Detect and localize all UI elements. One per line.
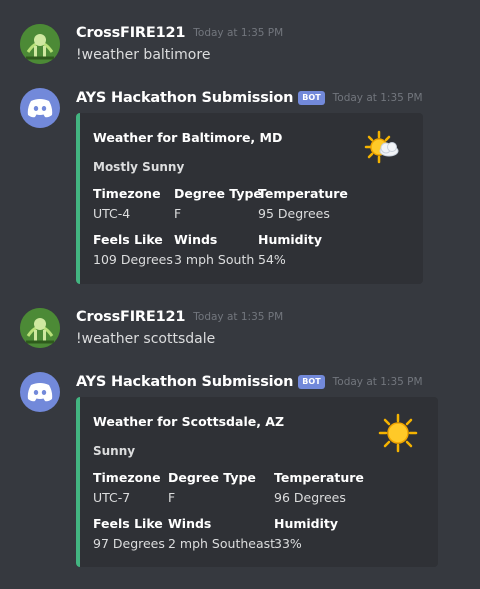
field-temperature: Temperature 96 Degrees bbox=[274, 470, 364, 506]
bot-avatar[interactable] bbox=[20, 88, 60, 128]
field-value: UTC-4 bbox=[93, 206, 131, 221]
field-humidity: Humidity 54% bbox=[258, 232, 322, 268]
field-name: Timezone bbox=[93, 470, 161, 485]
embed-description: Mostly Sunny bbox=[93, 160, 185, 174]
embed-description: Sunny bbox=[93, 444, 136, 458]
field-value: 95 Degrees bbox=[258, 206, 330, 221]
bot-badge: BOT bbox=[298, 375, 325, 389]
user-avatar-image bbox=[20, 308, 60, 348]
user-avatar-image bbox=[20, 24, 60, 64]
message-header: AYS Hackathon Submission BOT Today at 1:… bbox=[76, 374, 423, 390]
field-name: Temperature bbox=[258, 186, 348, 201]
weather-embed: Weather for Baltimore, MD Mostly Sunny T… bbox=[76, 113, 423, 284]
field-name: Timezone bbox=[93, 186, 161, 201]
field-value: UTC-7 bbox=[93, 490, 131, 505]
field-timezone: Timezone UTC-7 bbox=[93, 470, 161, 506]
field-name: Winds bbox=[174, 232, 218, 247]
field-name: Temperature bbox=[274, 470, 364, 485]
partly-sunny-icon bbox=[364, 130, 399, 164]
field-winds: Winds 3 mph South bbox=[174, 232, 254, 268]
field-value: 96 Degrees bbox=[274, 490, 346, 505]
field-degree-type: Degree Type F bbox=[174, 186, 262, 222]
field-humidity: Humidity 33% bbox=[274, 516, 338, 552]
field-name: Humidity bbox=[274, 516, 339, 531]
sun-icon bbox=[378, 413, 418, 453]
field-timezone: Timezone UTC-4 bbox=[93, 186, 161, 222]
user-avatar[interactable] bbox=[20, 24, 60, 64]
field-name: Winds bbox=[168, 516, 212, 531]
field-name: Feels Like bbox=[93, 232, 163, 247]
message-content: !weather baltimore bbox=[76, 47, 211, 63]
message-header: CrossFIRE121 Today at 1:35 PM bbox=[76, 25, 283, 41]
message-timestamp: Today at 1:35 PM bbox=[193, 311, 284, 323]
field-value: 2 mph Southeast bbox=[168, 536, 276, 551]
message-header: CrossFIRE121 Today at 1:35 PM bbox=[76, 309, 283, 325]
discord-logo-icon bbox=[27, 383, 53, 402]
field-name: Feels Like bbox=[93, 516, 163, 531]
username[interactable]: CrossFIRE121 bbox=[76, 25, 185, 41]
message-user-1: CrossFIRE121 Today at 1:35 PM !weather b… bbox=[0, 0, 480, 80]
bot-avatar[interactable] bbox=[20, 372, 60, 412]
field-value: 97 Degrees bbox=[93, 536, 165, 551]
field-value: 109 Degrees bbox=[93, 252, 173, 267]
bot-username[interactable]: AYS Hackathon Submission bbox=[76, 90, 293, 106]
field-name: Degree Type bbox=[174, 186, 262, 201]
message-timestamp: Today at 1:35 PM bbox=[193, 27, 284, 39]
field-value: 3 mph South bbox=[174, 252, 255, 267]
field-feels-like: Feels Like 97 Degrees bbox=[93, 516, 165, 552]
embed-title: Weather for Scottsdale, AZ bbox=[93, 414, 285, 429]
field-name: Humidity bbox=[258, 232, 323, 247]
field-degree-type: Degree Type F bbox=[168, 470, 256, 506]
weather-embed: Weather for Scottsdale, AZ Sunny Timezon… bbox=[76, 397, 438, 567]
field-value: 54% bbox=[258, 252, 286, 267]
field-value: F bbox=[168, 490, 176, 505]
field-feels-like: Feels Like 109 Degrees bbox=[93, 232, 173, 268]
username[interactable]: CrossFIRE121 bbox=[76, 309, 185, 325]
message-header: AYS Hackathon Submission BOT Today at 1:… bbox=[76, 90, 423, 106]
field-winds: Winds 2 mph Southeast bbox=[168, 516, 275, 552]
field-name: Degree Type bbox=[168, 470, 256, 485]
field-value: 33% bbox=[274, 536, 302, 551]
bot-badge: BOT bbox=[298, 91, 325, 105]
bot-username[interactable]: AYS Hackathon Submission bbox=[76, 374, 293, 390]
embed-title: Weather for Baltimore, MD bbox=[93, 130, 283, 145]
discord-logo-icon bbox=[27, 99, 53, 118]
user-avatar[interactable] bbox=[20, 308, 60, 348]
message-timestamp: Today at 1:35 PM bbox=[332, 92, 423, 104]
field-value: F bbox=[174, 206, 182, 221]
field-temperature: Temperature 95 Degrees bbox=[258, 186, 348, 222]
message-timestamp: Today at 1:35 PM bbox=[332, 376, 423, 388]
message-content: !weather scottsdale bbox=[76, 331, 216, 347]
